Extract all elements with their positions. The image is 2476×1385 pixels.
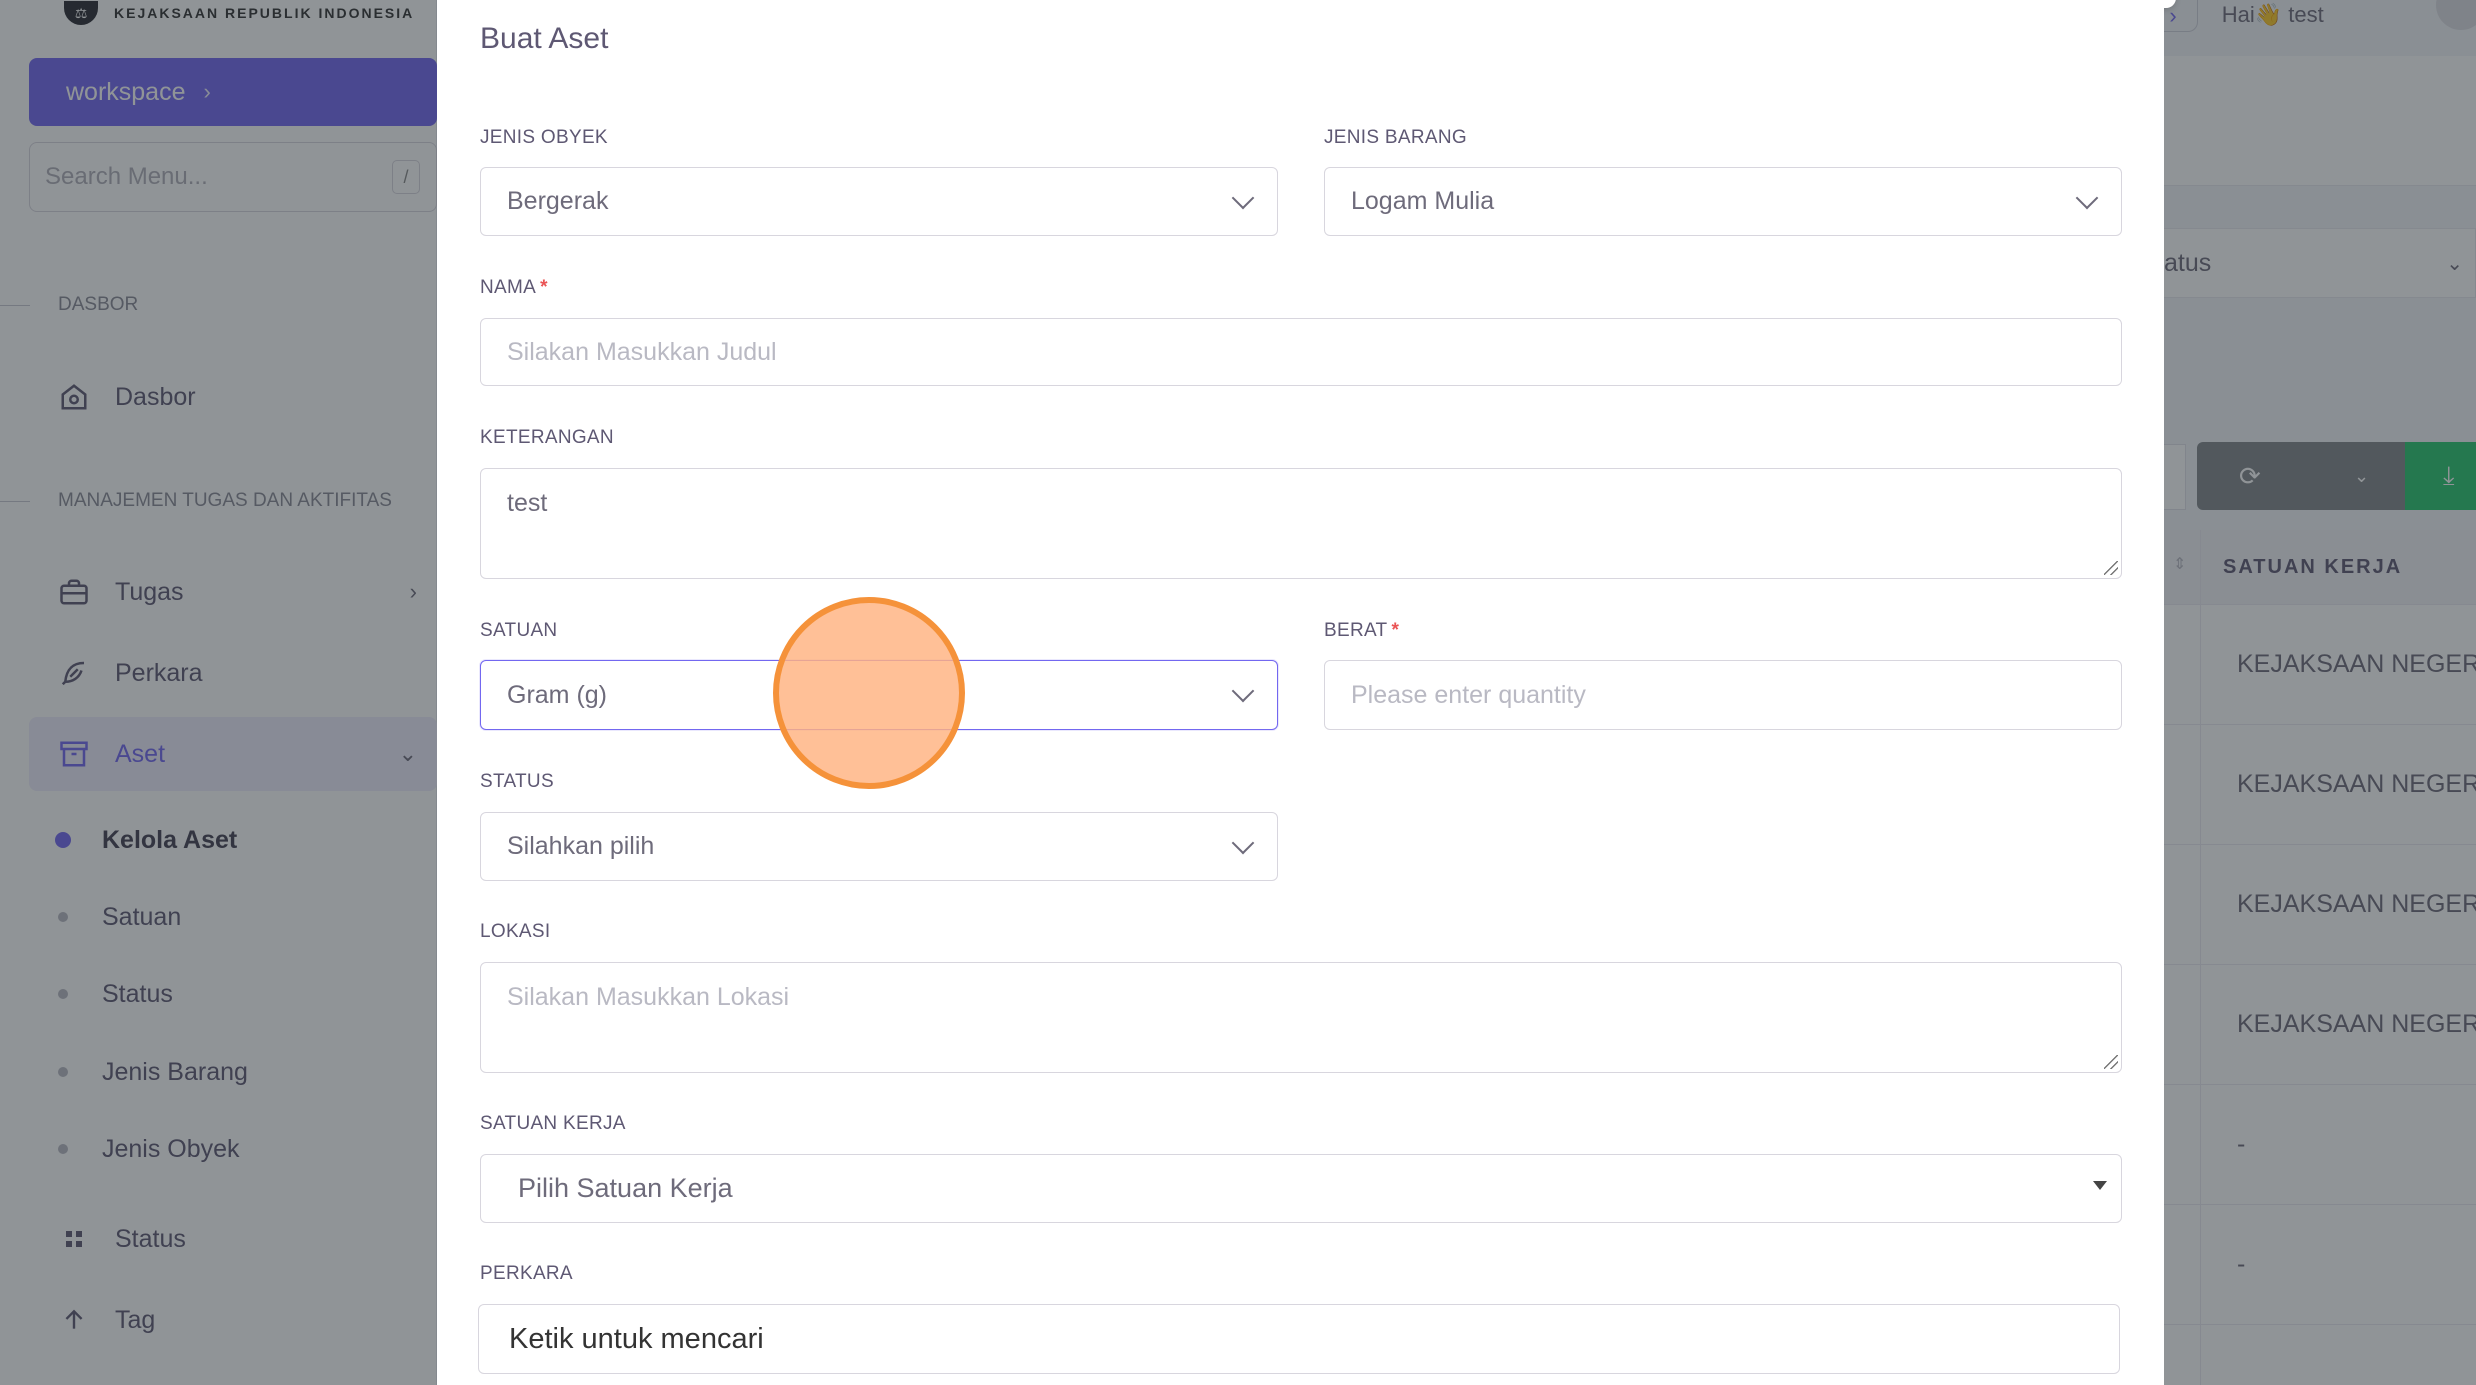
perkara-label: PERKARA xyxy=(480,1263,573,1284)
jenis-barang-label: JENIS BARANG xyxy=(1324,127,1467,148)
jenis-obyek-value: Bergerak xyxy=(507,187,609,215)
click-indicator xyxy=(773,597,965,789)
satuan-kerja-select[interactable]: Pilih Satuan Kerja xyxy=(480,1154,2122,1223)
keterangan-label: KETERANGAN xyxy=(480,427,614,448)
satuan-value: Gram (g) xyxy=(507,680,607,709)
satuan-kerja-label: SATUAN KERJA xyxy=(480,1113,626,1134)
resize-handle-icon[interactable] xyxy=(2104,561,2118,575)
chevron-down-icon xyxy=(1231,679,1255,703)
perkara-placeholder: Ketik untuk mencari xyxy=(509,1322,764,1355)
create-asset-modal: Buat Aset JENIS OBYEK Bergerak JENIS BAR… xyxy=(437,0,2164,1385)
required-marker: * xyxy=(540,277,548,298)
satuan-label: SATUAN xyxy=(480,620,558,641)
keterangan-textarea[interactable]: test xyxy=(480,468,2122,579)
berat-label: BERAT * xyxy=(1324,620,1400,641)
berat-placeholder: Please enter quantity xyxy=(1351,680,1586,709)
perkara-search-input[interactable]: Ketik untuk mencari xyxy=(478,1304,2120,1374)
chevron-down-icon xyxy=(1231,186,1255,209)
nama-label: NAMA * xyxy=(480,277,548,298)
jenis-obyek-label: JENIS OBYEK xyxy=(480,127,608,148)
chevron-down-icon xyxy=(1231,831,1255,854)
satuan-kerja-placeholder: Pilih Satuan Kerja xyxy=(518,1173,733,1203)
status-value: Silahkan pilih xyxy=(507,832,655,860)
lokasi-label: LOKASI xyxy=(480,921,551,942)
chevron-down-icon xyxy=(2075,186,2099,209)
keterangan-value: test xyxy=(507,489,548,517)
status-label: STATUS xyxy=(480,771,554,792)
nama-placeholder: Silakan Masukkan Judul xyxy=(507,337,777,366)
required-marker: * xyxy=(1391,620,1400,641)
status-select[interactable]: Silahkan pilih xyxy=(480,812,1278,881)
nama-input[interactable]: Silakan Masukkan Judul xyxy=(480,318,2122,386)
resize-handle-icon[interactable] xyxy=(2104,1055,2118,1069)
jenis-obyek-select[interactable]: Bergerak xyxy=(480,167,1278,236)
lokasi-placeholder: Silakan Masukkan Lokasi xyxy=(507,983,790,1011)
lokasi-textarea[interactable]: Silakan Masukkan Lokasi xyxy=(480,962,2122,1073)
jenis-barang-value: Logam Mulia xyxy=(1351,187,1495,215)
jenis-barang-select[interactable]: Logam Mulia xyxy=(1324,167,2122,236)
modal-title: Buat Aset xyxy=(480,22,609,55)
berat-quantity-input[interactable]: Please enter quantity xyxy=(1324,660,2122,730)
caret-down-icon xyxy=(2093,1180,2107,1190)
